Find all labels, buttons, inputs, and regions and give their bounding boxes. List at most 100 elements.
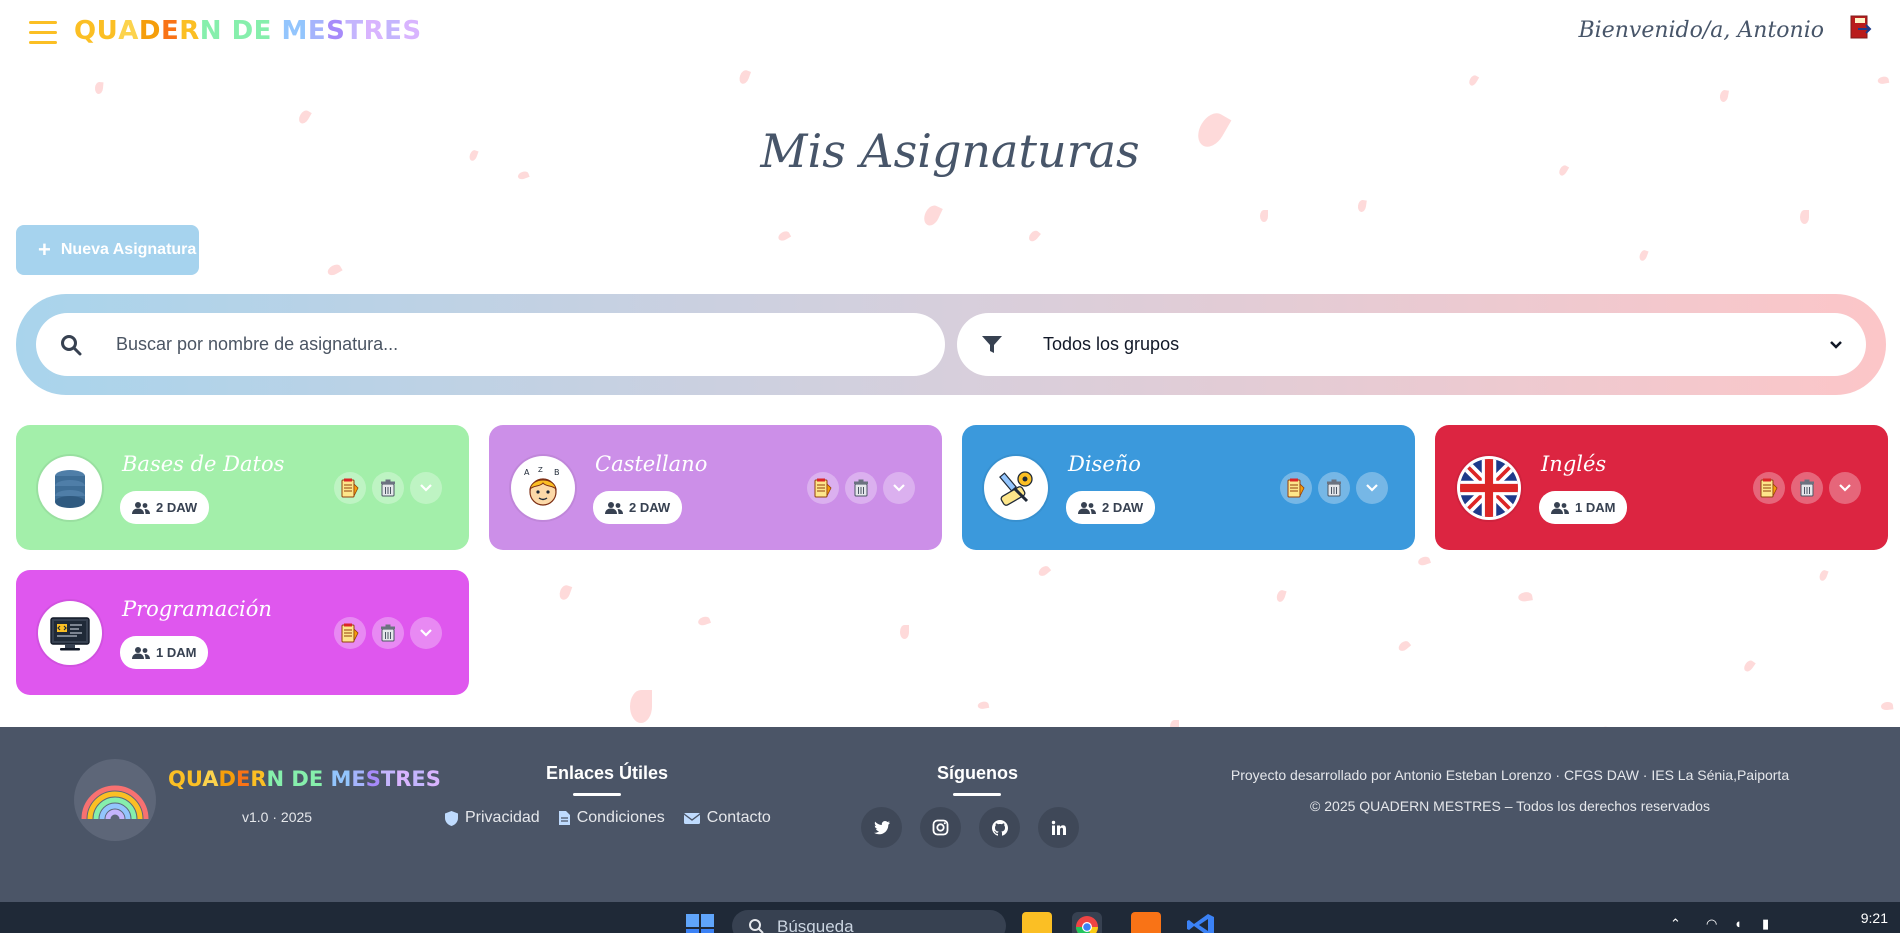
chrome-icon[interactable]	[1072, 912, 1102, 933]
logo-letter: S	[326, 16, 346, 46]
twitter-icon[interactable]	[861, 807, 902, 848]
chevron-down-icon[interactable]	[1356, 472, 1388, 504]
logo-letter: E	[307, 16, 327, 46]
trash-icon[interactable]	[372, 472, 404, 504]
trash-icon[interactable]	[1791, 472, 1823, 504]
logo-letter: T	[345, 16, 364, 46]
edit-notepad-icon[interactable]	[334, 617, 366, 649]
vscode-icon[interactable]	[1186, 912, 1216, 933]
footer-brand-letter: E	[351, 767, 366, 791]
search-input[interactable]	[116, 334, 896, 355]
links-underline	[573, 793, 621, 796]
edit-notepad-icon[interactable]	[807, 472, 839, 504]
footer-brand-letter: M	[330, 767, 352, 791]
petal	[1880, 701, 1894, 711]
battery-icon[interactable]: ▮	[1762, 916, 1769, 932]
chevron-down-icon[interactable]	[410, 617, 442, 649]
privacy-link[interactable]: Privacidad	[444, 809, 540, 827]
footer-brand-letter: U	[185, 767, 203, 791]
petal	[1357, 199, 1367, 213]
petal	[326, 262, 343, 278]
petal	[1275, 589, 1287, 603]
petal	[1027, 228, 1041, 244]
users-icon	[132, 647, 150, 659]
chevron-down-icon[interactable]	[883, 472, 915, 504]
users-icon	[1551, 502, 1569, 514]
trash-icon[interactable]	[845, 472, 877, 504]
petal	[1800, 210, 1809, 224]
top-bar: QUADERN DE MESTRES Bienvenido/a, Antonio	[0, 0, 1900, 66]
petal	[921, 203, 943, 228]
tray-chevron-icon[interactable]: ⌃	[1670, 916, 1681, 932]
chevron-down-icon[interactable]	[410, 472, 442, 504]
logo-letter: R	[179, 16, 200, 46]
petal	[297, 108, 312, 125]
menu-icon[interactable]	[29, 21, 57, 45]
design-tools-icon	[984, 456, 1048, 520]
edit-notepad-icon[interactable]	[334, 472, 366, 504]
trash-icon[interactable]	[1318, 472, 1350, 504]
trash-icon[interactable]	[372, 617, 404, 649]
chevron-down-icon	[1816, 340, 1856, 350]
wifi-icon[interactable]: ◠	[1706, 916, 1717, 932]
subject-title: Bases de Datos	[122, 452, 285, 476]
search-box[interactable]	[36, 313, 945, 376]
shield-icon	[445, 810, 458, 826]
subject-card[interactable]: Inglés 1 DAM	[1435, 425, 1888, 550]
petal	[1719, 89, 1729, 103]
chevron-down-icon[interactable]	[1829, 472, 1861, 504]
xampp-icon[interactable]	[1131, 912, 1161, 933]
uk-flag-icon	[1457, 456, 1521, 520]
subject-title: Inglés	[1541, 452, 1607, 476]
links-title: Enlaces Útiles	[546, 763, 669, 783]
group-select[interactable]: Todos los grupos	[957, 313, 1866, 376]
footer-brand-letter: E	[235, 767, 251, 791]
github-icon[interactable]	[979, 807, 1020, 848]
footer-copyright: © 2025 QUADERN MESTRES – Todos los derec…	[1310, 798, 1710, 814]
social-links	[861, 807, 1079, 848]
footer-brand-letter: R	[395, 767, 412, 791]
edit-notepad-icon[interactable]	[1280, 472, 1312, 504]
footer-brand-letter	[323, 767, 330, 791]
logo-letter: Q	[74, 16, 97, 46]
group-label: 1 DAM	[1575, 500, 1616, 515]
petal	[977, 700, 990, 710]
database-icon	[38, 456, 102, 520]
volume-icon[interactable]: ◖	[1734, 916, 1742, 931]
edit-notepad-icon[interactable]	[1753, 472, 1785, 504]
petal	[1638, 249, 1649, 262]
windows-start-icon[interactable]	[686, 914, 714, 933]
footer-credit: Proyecto desarrollado por Antonio Esteba…	[1230, 767, 1790, 783]
new-subject-button[interactable]: + Nueva Asignatura	[16, 225, 199, 275]
linkedin-icon[interactable]	[1038, 807, 1079, 848]
petal	[696, 615, 712, 627]
petal	[776, 229, 792, 243]
file-explorer-icon[interactable]	[1022, 912, 1052, 933]
footer: QUADERN DE MESTRES v1.0 · 2025 Enlaces Ú…	[0, 727, 1900, 902]
instagram-icon[interactable]	[920, 807, 961, 848]
taskbar-search[interactable]: Búsqueda	[732, 910, 1006, 933]
footer-brand-letter: S	[365, 767, 381, 791]
contact-link[interactable]: Contacto	[683, 809, 771, 827]
conditions-link[interactable]: Condiciones	[558, 809, 665, 827]
subject-card[interactable]: Bases de Datos 2 DAW	[16, 425, 469, 550]
filter-bar: Todos los grupos	[16, 294, 1886, 395]
footer-links: Privacidad Condiciones Contacto	[444, 809, 771, 827]
subject-card[interactable]: Programación 1 DAM	[16, 570, 469, 695]
search-icon	[749, 919, 764, 933]
subject-title: Diseño	[1068, 452, 1141, 476]
plus-icon: +	[38, 237, 51, 262]
petal	[1518, 591, 1533, 603]
subject-card[interactable]: Diseño 2 DAW	[962, 425, 1415, 550]
social-title: Síguenos	[937, 763, 1019, 783]
logo-letter: E	[160, 16, 180, 46]
logout-icon[interactable]	[1848, 14, 1874, 40]
logo-letter: D	[231, 16, 254, 46]
filter-icon	[957, 335, 1027, 355]
app-logo[interactable]: QUADERN DE MESTRES	[74, 16, 422, 46]
users-icon	[132, 502, 150, 514]
footer-brand-letter: A	[202, 767, 219, 791]
group-label: 1 DAM	[156, 645, 197, 660]
footer-brand-letter: S	[425, 767, 441, 791]
subject-card[interactable]: A Z B Castellano 2 DAW	[489, 425, 942, 550]
